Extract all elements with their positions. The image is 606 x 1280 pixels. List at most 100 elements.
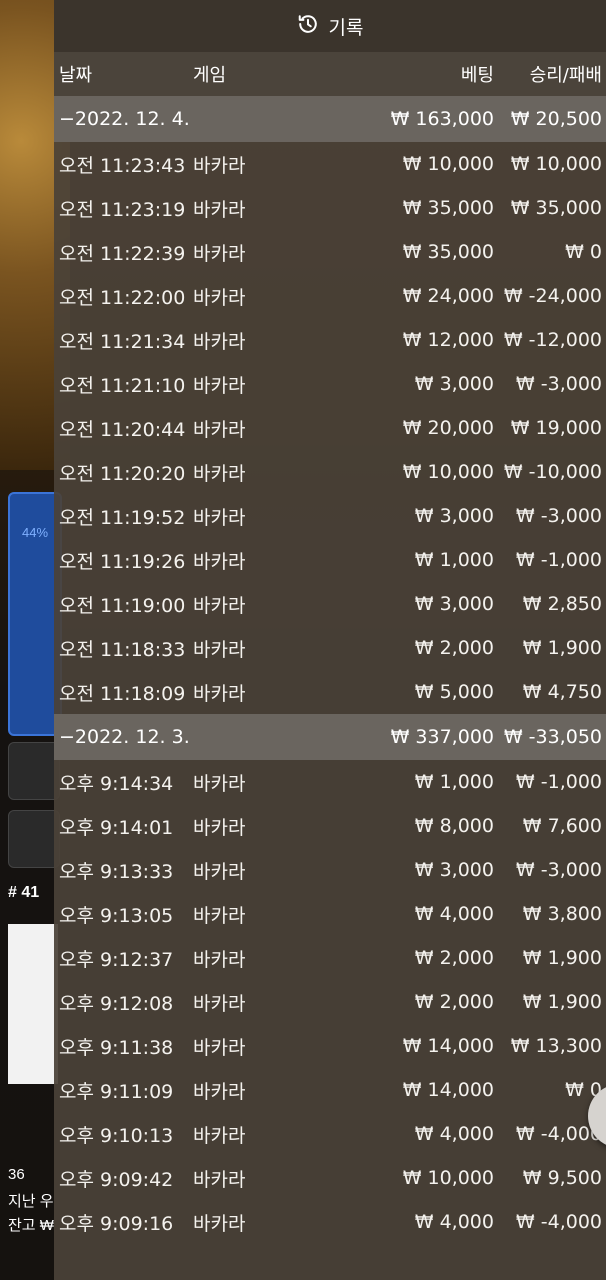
row-result: ₩ 35,000 — [510, 197, 602, 219]
row-bet: ₩ 4,000 — [414, 1211, 494, 1233]
row-game: 바카라 — [193, 1212, 246, 1235]
row-game: 바카라 — [193, 506, 246, 529]
row-bet: ₩ 1,000 — [414, 549, 494, 571]
history-row: 오후 9:13:05 바카라 ₩ 4,000 ₩ 3,800 — [54, 892, 606, 936]
history-row: 오전 11:20:44 바카라 ₩ 20,000 ₩ 19,000 — [54, 406, 606, 450]
row-bet: ₩ 2,000 — [414, 991, 494, 1013]
col-game: 게임 — [193, 65, 227, 86]
group-date: −2022. 12. 4. — [59, 108, 190, 130]
row-time: 오후 9:10:13 — [59, 1124, 174, 1147]
side-button-1[interactable] — [8, 742, 60, 800]
row-time: 오전 11:22:00 — [59, 286, 186, 309]
history-header: 기록 — [54, 0, 606, 52]
row-result: ₩ -1,000 — [515, 549, 602, 571]
row-result: ₩ -1,000 — [515, 771, 602, 793]
row-bet: ₩ 3,000 — [414, 859, 494, 881]
row-game: 바카라 — [193, 1168, 246, 1191]
row-game: 바카라 — [193, 550, 246, 573]
history-row: 오후 9:11:38 바카라 ₩ 14,000 ₩ 13,300 — [54, 1024, 606, 1068]
history-row: 오전 11:23:43 바카라 ₩ 10,000 ₩ 10,000 — [54, 142, 606, 186]
history-row: 오전 11:19:26 바카라 ₩ 1,000 ₩ -1,000 — [54, 538, 606, 582]
row-game: 바카라 — [193, 594, 246, 617]
row-bet: ₩ 4,000 — [414, 1123, 494, 1145]
row-bet: ₩ 3,000 — [414, 593, 494, 615]
row-result: ₩ -4,000 — [515, 1123, 602, 1145]
row-game: 바카라 — [193, 198, 246, 221]
row-time: 오후 9:12:37 — [59, 948, 174, 971]
row-bet: ₩ 35,000 — [402, 197, 494, 219]
history-row: 오후 9:09:42 바카라 ₩ 10,000 ₩ 9,500 — [54, 1156, 606, 1200]
row-result: ₩ 9,500 — [522, 1167, 602, 1189]
row-bet: ₩ 14,000 — [402, 1079, 494, 1101]
date-group-header[interactable]: −2022. 12. 3. ₩ 337,000 ₩ -33,050 — [54, 714, 606, 760]
row-game: 바카라 — [193, 418, 246, 441]
row-result: ₩ -24,000 — [503, 285, 602, 307]
history-row: 오후 9:12:37 바카라 ₩ 2,000 ₩ 1,900 — [54, 936, 606, 980]
history-icon — [297, 13, 319, 39]
row-game: 바카라 — [193, 154, 246, 177]
side-button-2[interactable] — [8, 810, 60, 868]
history-list[interactable]: −2022. 12. 4. ₩ 163,000 ₩ 20,500 오전 11:23:4… — [54, 96, 606, 1244]
row-bet: ₩ 5,000 — [414, 681, 494, 703]
col-result: 승리/패배 — [529, 65, 602, 86]
row-game: 바카라 — [193, 286, 246, 309]
history-row: 오전 11:19:52 바카라 ₩ 3,000 ₩ -3,000 — [54, 494, 606, 538]
row-bet: ₩ 14,000 — [402, 1035, 494, 1057]
row-time: 오전 11:21:10 — [59, 374, 186, 397]
row-bet: ₩ 20,000 — [402, 417, 494, 439]
row-result: ₩ 0 — [565, 241, 602, 263]
row-time: 오전 11:22:39 — [59, 242, 186, 265]
group-total-result: ₩ -33,050 — [503, 726, 602, 748]
row-bet: ₩ 2,000 — [414, 947, 494, 969]
row-result: ₩ 3,800 — [522, 903, 602, 925]
history-title: 기록 — [328, 16, 364, 39]
group-date: −2022. 12. 3. — [59, 726, 190, 748]
date-group-header[interactable]: −2022. 12. 4. ₩ 163,000 ₩ 20,500 — [54, 96, 606, 142]
row-time: 오전 11:19:26 — [59, 550, 186, 573]
row-time: 오전 11:21:34 — [59, 330, 186, 353]
row-result: ₩ 1,900 — [522, 637, 602, 659]
stats-line-2: 지난 우 — [8, 1193, 54, 1210]
history-row: 오전 11:23:19 바카라 ₩ 35,000 ₩ 35,000 — [54, 186, 606, 230]
row-game: 바카라 — [193, 462, 246, 485]
history-row: 오전 11:21:10 바카라 ₩ 3,000 ₩ -3,000 — [54, 362, 606, 406]
history-row: 오후 9:14:01 바카라 ₩ 8,000 ₩ 7,600 — [54, 804, 606, 848]
row-bet: ₩ 24,000 — [402, 285, 494, 307]
row-bet: ₩ 1,000 — [414, 771, 494, 793]
history-row: 오후 9:09:16 바카라 ₩ 4,000 ₩ -4,000 — [54, 1200, 606, 1244]
row-game: 바카라 — [193, 242, 246, 265]
history-row: 오후 9:12:08 바카라 ₩ 2,000 ₩ 1,900 — [54, 980, 606, 1024]
row-result: ₩ -12,000 — [503, 329, 602, 351]
row-result: ₩ 1,900 — [522, 947, 602, 969]
row-result: ₩ -10,000 — [503, 461, 602, 483]
history-row: 오전 11:22:39 바카라 ₩ 35,000 ₩ 0 — [54, 230, 606, 274]
row-time: 오후 9:13:05 — [59, 904, 174, 927]
bet-percent: 44% — [22, 525, 49, 540]
row-result: ₩ 0 — [565, 1079, 602, 1101]
row-time: 오후 9:11:09 — [59, 1080, 174, 1103]
row-time: 오후 9:14:01 — [59, 816, 174, 839]
road-map — [8, 924, 58, 1084]
row-result: ₩ -3,000 — [515, 859, 602, 881]
row-time: 오후 9:14:34 — [59, 772, 174, 795]
row-game: 바카라 — [193, 772, 246, 795]
row-result: ₩ -3,000 — [515, 505, 602, 527]
group-total-bet: ₩ 163,000 — [390, 108, 494, 130]
row-result: ₩ 4,750 — [522, 681, 602, 703]
row-time: 오전 11:20:20 — [59, 462, 186, 485]
stats-line-3: 잔고 ₩ — [8, 1217, 54, 1234]
row-result: ₩ 10,000 — [510, 153, 602, 175]
row-game: 바카라 — [193, 816, 246, 839]
row-result: ₩ -4,000 — [515, 1211, 602, 1233]
row-result: ₩ 7,600 — [522, 815, 602, 837]
row-time: 오전 11:20:44 — [59, 418, 186, 441]
row-time: 오전 11:19:00 — [59, 594, 186, 617]
row-game: 바카라 — [193, 330, 246, 353]
col-bet: 베팅 — [460, 65, 494, 86]
row-game: 바카라 — [193, 992, 246, 1015]
group-total-result: ₩ 20,500 — [510, 108, 602, 130]
row-result: ₩ 1,900 — [522, 991, 602, 1013]
history-row: 오전 11:21:34 바카라 ₩ 12,000 ₩ -12,000 — [54, 318, 606, 362]
history-row: 오전 11:18:33 바카라 ₩ 2,000 ₩ 1,900 — [54, 626, 606, 670]
row-result: ₩ 13,300 — [510, 1035, 602, 1057]
